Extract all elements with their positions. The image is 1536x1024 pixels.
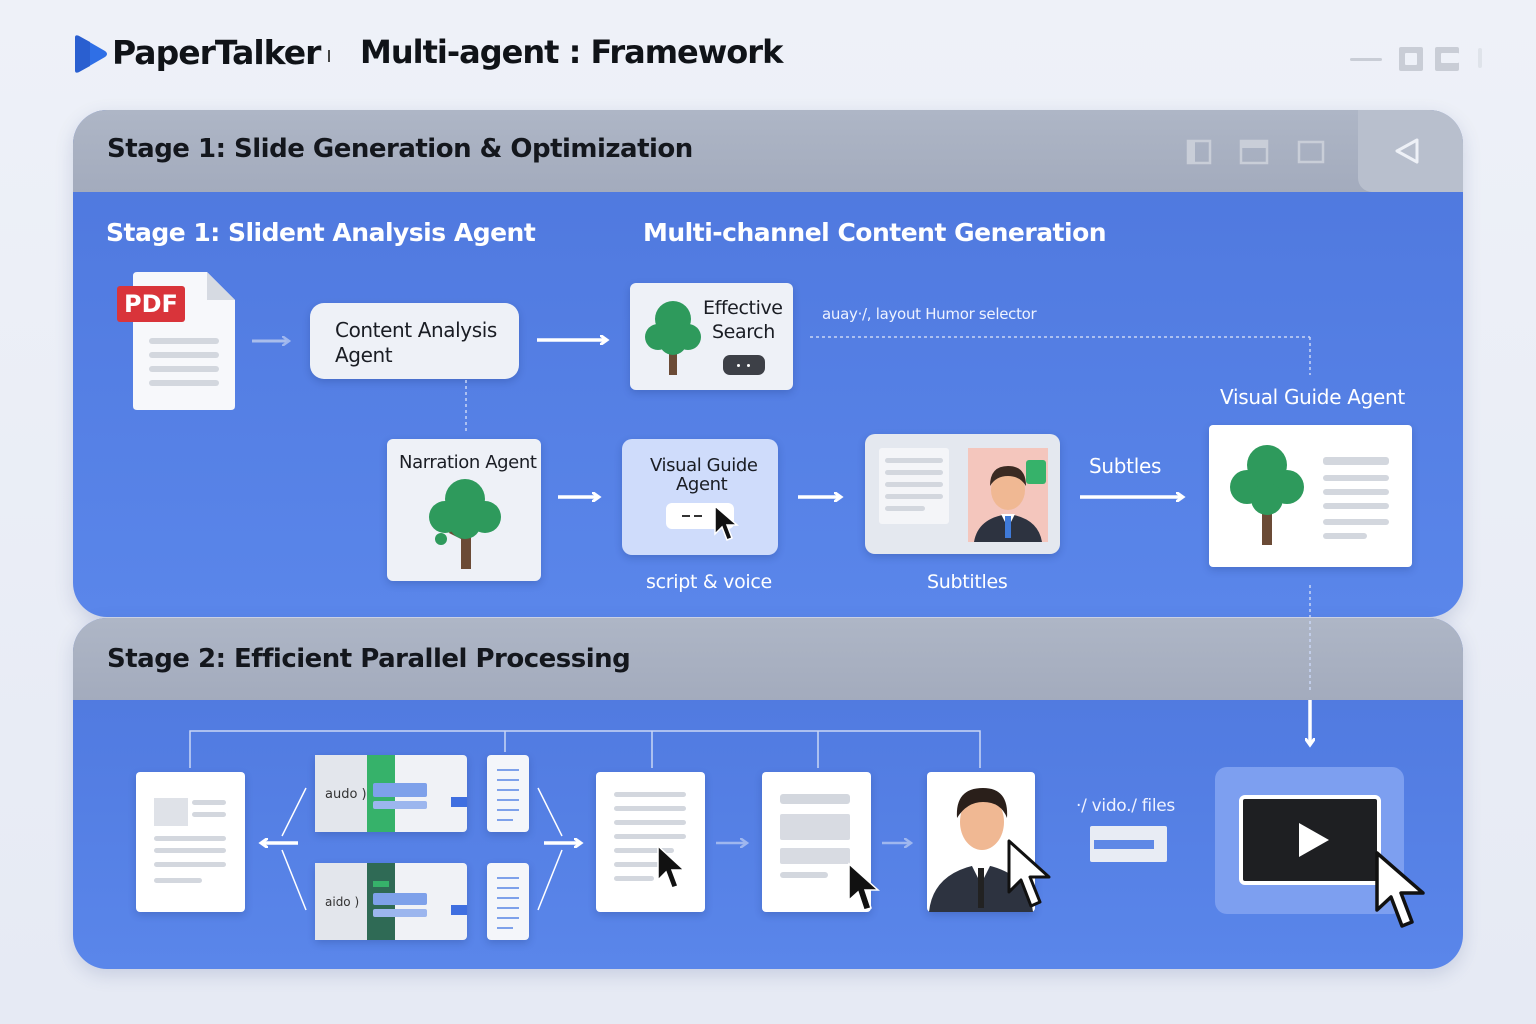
visual-guide-agent-card[interactable]: Visual Guide Agent	[622, 439, 778, 555]
script-document-card[interactable]	[596, 772, 705, 912]
source-document-card[interactable]	[136, 772, 245, 912]
subtitles-bottom-label: Subtitles	[927, 571, 1008, 593]
restore-icon[interactable]	[1398, 46, 1424, 72]
stage1-left-subtitle: Stage 1: Slident Analysis Agent	[106, 218, 536, 247]
page-title: Multi-agent : Framework	[360, 33, 783, 71]
audio-label-2: aido )	[325, 895, 360, 909]
audio-block-1[interactable]: audo )	[315, 755, 467, 832]
tree-icon	[645, 301, 701, 375]
content-analysis-agent-card[interactable]: Content Analysis Agent	[310, 303, 519, 379]
app-header: PaperTalker Multi-agent : Framework	[0, 0, 1536, 100]
window-edge	[1478, 48, 1482, 68]
cursor-icon	[1375, 851, 1425, 928]
video-play-icon[interactable]	[1295, 821, 1331, 859]
pdf-badge: PDF	[117, 286, 185, 322]
effective-label: Effective	[703, 297, 783, 319]
narration-agent-label: Narration Agent	[399, 452, 537, 473]
audio-block-2[interactable]: aido )	[315, 863, 467, 940]
video-files-chip[interactable]	[1090, 826, 1167, 862]
stage1-title: Stage 1: Slide Generation & Optimization	[107, 134, 693, 164]
text-strip-1[interactable]	[487, 755, 529, 832]
video-player[interactable]	[1239, 795, 1381, 885]
cursor-icon	[848, 862, 880, 911]
minimize-icon[interactable]	[1348, 46, 1384, 72]
app-name: PaperTalker	[112, 33, 321, 72]
pdf-file-icon[interactable]: PDF	[117, 272, 235, 410]
audio-label-1: audo )	[325, 787, 367, 802]
cursor-icon	[1007, 839, 1051, 908]
presenter-icon	[968, 448, 1048, 542]
tree-icon	[1230, 445, 1304, 545]
window-icon[interactable]	[1239, 139, 1269, 165]
back-icon	[1395, 138, 1419, 164]
script-voice-label: script & voice	[646, 571, 772, 593]
stage1-header: Stage 1: Slide Generation & Optimization	[73, 110, 1463, 192]
slide-presenter-card[interactable]	[865, 434, 1060, 554]
stage2-title: Stage 2: Efficient Parallel Processing	[107, 644, 631, 674]
slide-preview	[879, 448, 949, 524]
play-logo-icon	[75, 35, 107, 73]
effective-search-card[interactable]: Effective Search	[630, 283, 793, 390]
stage2-header: Stage 2: Efficient Parallel Processing	[73, 618, 1463, 700]
dotted-connector-label: auay·/, layout Humor selector	[822, 305, 1037, 323]
stage1-right-subtitle: Multi-channel Content Generation	[643, 218, 1107, 247]
cursor-icon	[714, 504, 740, 541]
search-label: Search	[712, 321, 775, 343]
tree-icon	[429, 479, 501, 569]
video-files-label: ·/ vido./ files	[1076, 796, 1175, 816]
visual-guide-output-card[interactable]	[1209, 425, 1412, 567]
visual-guide-label-2: Agent	[676, 474, 728, 495]
search-toggle[interactable]	[723, 355, 765, 375]
content-analysis-label-2: Agent	[335, 343, 393, 367]
title-separator	[328, 50, 330, 62]
subtitles-arrow-label: Subtles	[1089, 454, 1162, 478]
narration-agent-card[interactable]: Narration Agent	[387, 439, 541, 581]
back-button[interactable]	[1358, 110, 1463, 192]
close-icon[interactable]	[1434, 46, 1460, 72]
cursor-icon	[657, 844, 686, 889]
layout-icon[interactable]	[1186, 139, 1212, 165]
content-analysis-label-1: Content Analysis	[335, 318, 497, 342]
fullscreen-icon[interactable]	[1297, 139, 1325, 165]
text-strip-2[interactable]	[487, 863, 529, 940]
visual-guide-agent-top-label: Visual Guide Agent	[1220, 385, 1405, 409]
